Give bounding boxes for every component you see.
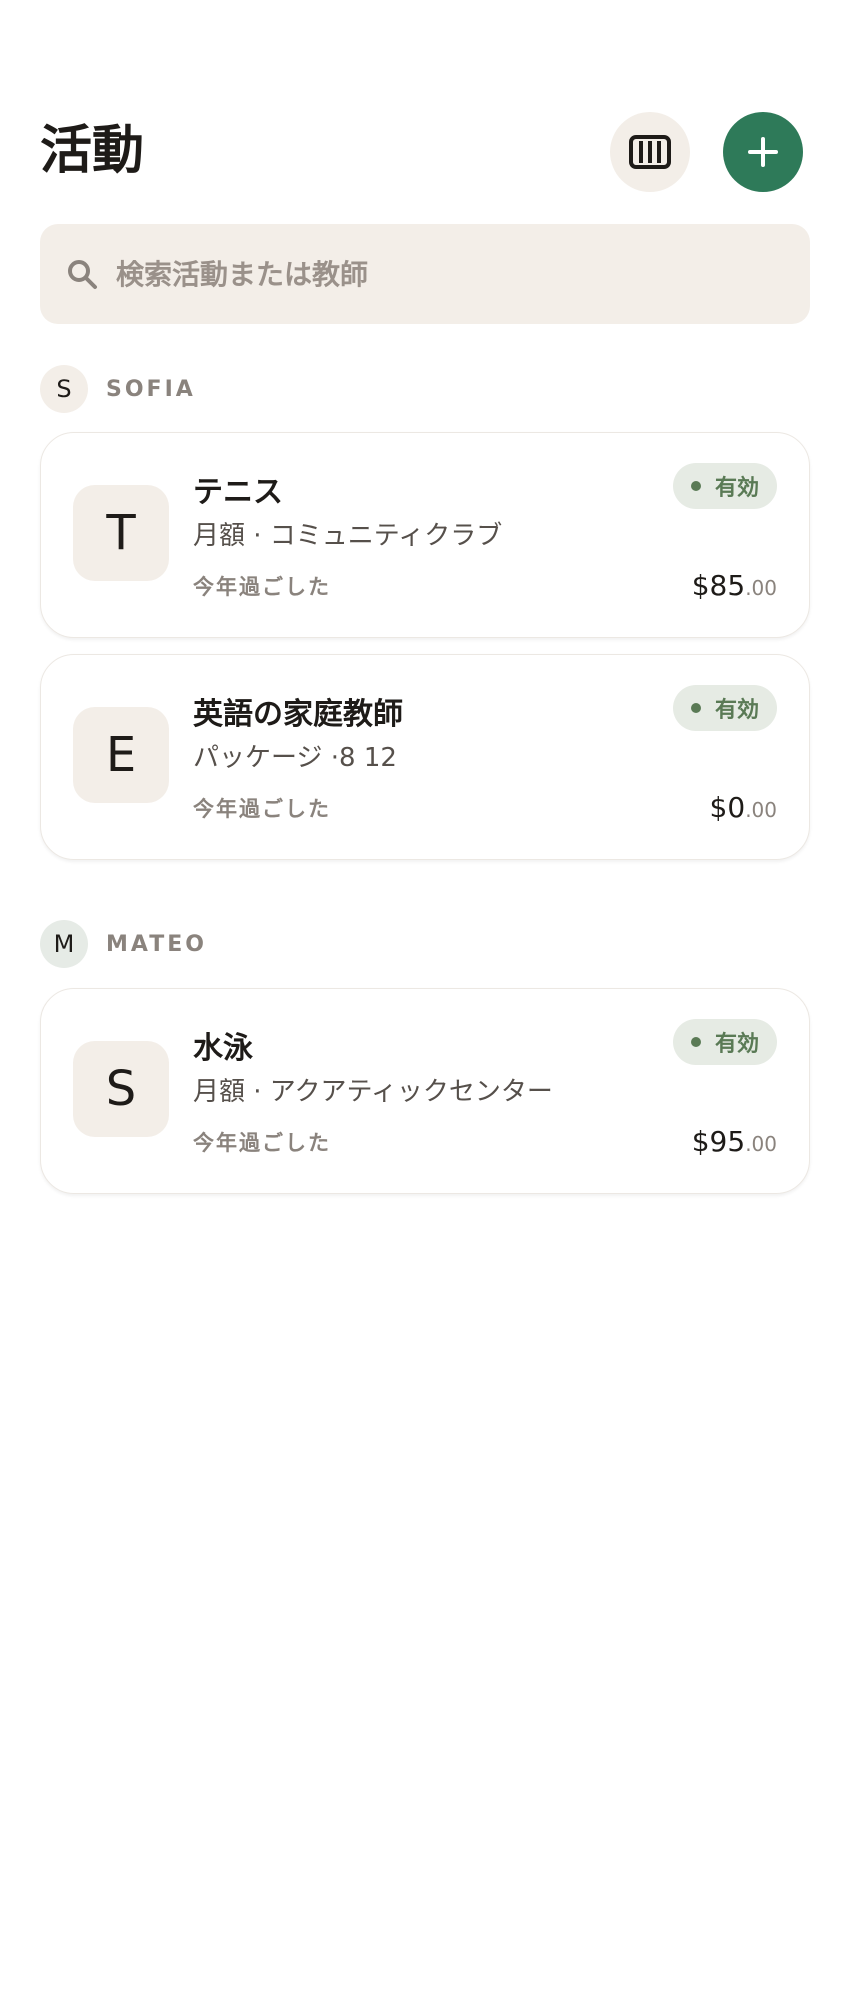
price-cents: .00 (745, 798, 777, 822)
group-name: SOFIA (106, 376, 196, 402)
status-dot-icon (690, 703, 701, 713)
page-title: 活動 (40, 121, 145, 181)
status-badge: 有効 (672, 463, 777, 509)
price-main: $95 (691, 1125, 746, 1158)
activity-subtitle: パッケージ ·8 12 (193, 743, 397, 773)
price-main: $85 (691, 569, 746, 602)
price-cents: .00 (745, 576, 777, 600)
calendar-button[interactable] (610, 112, 690, 192)
activity-price: $95.00 (692, 1125, 777, 1158)
activity-meta: 今年過ごした (193, 1131, 331, 1155)
status-badge: 有効 (672, 1019, 777, 1065)
group-name: MATEO (106, 931, 207, 957)
status-label: 有効 (714, 698, 759, 723)
activity-meta: 今年過ごした (193, 575, 331, 599)
search-icon (68, 260, 97, 289)
activity-title: 水泳 (193, 1031, 253, 1066)
price-cents: .00 (745, 1132, 777, 1156)
activity-card-tennis[interactable]: T テニス 月額 · コミュニティクラブ 今年過ごした 有効 $85.00 (40, 432, 810, 638)
status-badge: 有効 (672, 685, 777, 731)
activity-price: $0.00 (710, 791, 777, 824)
search-input[interactable] (116, 257, 736, 291)
status-label: 有効 (714, 1032, 759, 1057)
activity-avatar: S (73, 1041, 169, 1137)
activity-card-swimming[interactable]: S 水泳 月額 · アクアティックセンター 今年過ごした 有効 $95.00 (40, 988, 810, 1194)
status-label: 有効 (714, 476, 759, 501)
plus-icon (748, 137, 778, 167)
avatar: S (40, 365, 88, 413)
activity-avatar: E (73, 707, 169, 803)
group-header-mateo: M MATEO (40, 920, 207, 968)
activity-avatar: T (73, 485, 169, 581)
activity-subtitle: 月額 · コミュニティクラブ (193, 521, 503, 551)
price-main: $0 (709, 791, 746, 824)
search-bar[interactable] (40, 224, 810, 324)
status-dot-icon (690, 481, 701, 491)
status-dot-icon (690, 1037, 701, 1047)
calendar-grid-icon (629, 135, 671, 169)
activity-title: 英語の家庭教師 (193, 697, 403, 732)
activity-card-english-tutor[interactable]: E 英語の家庭教師 パッケージ ·8 12 今年過ごした 有効 $0.00 (40, 654, 810, 860)
activity-meta: 今年過ごした (193, 797, 331, 821)
avatar: M (40, 920, 88, 968)
header: 活動 (40, 112, 810, 194)
activity-price: $85.00 (692, 569, 777, 602)
add-activity-button[interactable] (723, 112, 803, 192)
group-header-sofia: S SOFIA (40, 365, 196, 413)
activity-title: テニス (193, 475, 283, 510)
activity-subtitle: 月額 · アクアティックセンター (193, 1077, 553, 1107)
